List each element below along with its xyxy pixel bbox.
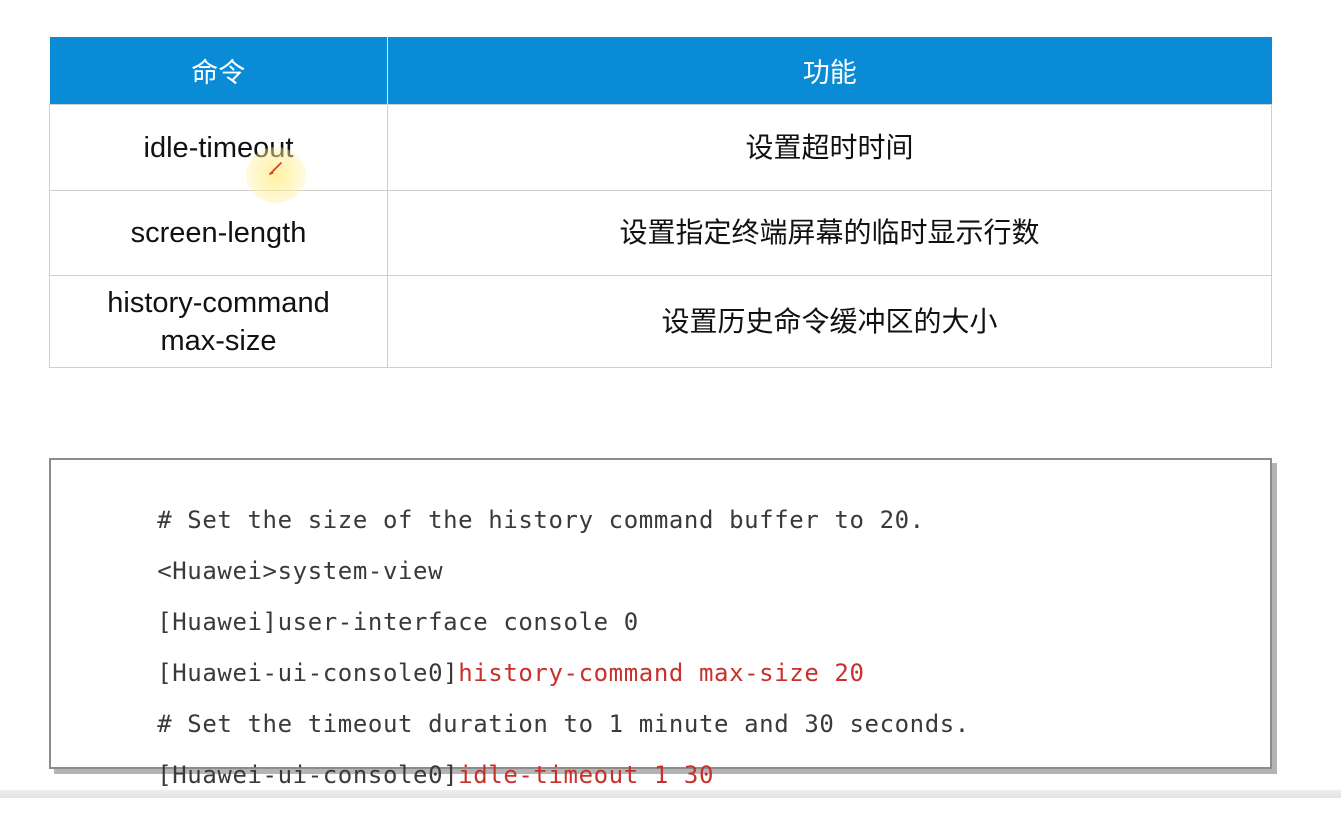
header-command: 命令 xyxy=(49,37,388,105)
function-cell: 设置指定终端屏幕的临时显示行数 xyxy=(387,190,1272,276)
command-cell: history-command max-size xyxy=(49,275,388,368)
function-cell: 设置历史命令缓冲区的大小 xyxy=(387,275,1272,368)
bottom-scroll-strip xyxy=(0,790,1341,798)
highlighted-command: idle-timeout 1 30 xyxy=(458,761,715,789)
table-row: screen-length 设置指定终端屏幕的临时显示行数 xyxy=(49,190,1272,276)
command-cell: idle-timeout xyxy=(49,104,388,191)
command-table: 命令 功能 idle-timeout 设置超时时间 screen-length … xyxy=(49,37,1272,368)
table-row: idle-timeout 设置超时时间 xyxy=(49,104,1272,191)
command-cell: screen-length xyxy=(49,190,388,276)
header-function: 功能 xyxy=(387,37,1272,105)
code-line: [Huawei-ui-console0]idle-timeout 1 30 xyxy=(157,761,715,789)
code-example-box: # Set the size of the history command bu… xyxy=(49,458,1272,789)
table-row: history-command max-size 设置历史命令缓冲区的大小 xyxy=(49,275,1272,368)
function-cell: 设置超时时间 xyxy=(387,104,1272,191)
table-header-row: 命令 功能 xyxy=(49,37,1272,105)
